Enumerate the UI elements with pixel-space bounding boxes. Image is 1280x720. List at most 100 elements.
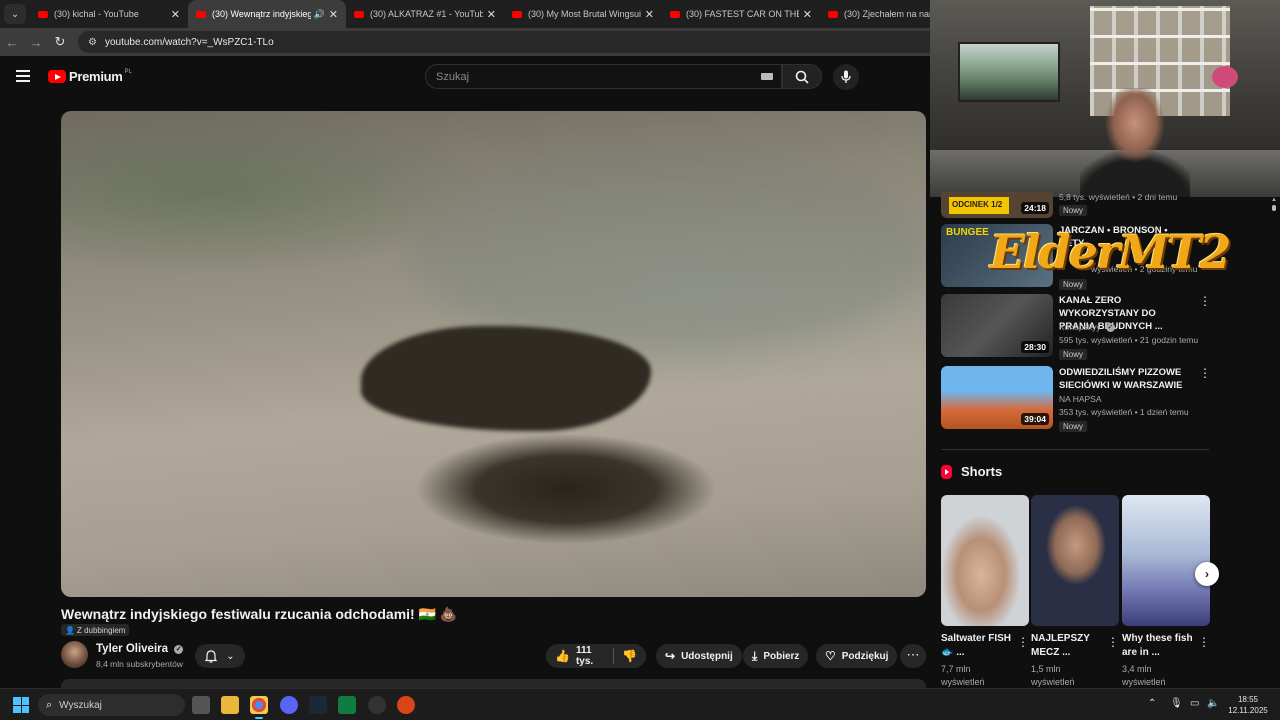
voice-search-button[interactable] — [833, 64, 859, 90]
microphone-icon[interactable]: 🎙 — [1170, 698, 1183, 709]
keyboard-icon[interactable] — [761, 73, 773, 80]
obs-icon[interactable] — [368, 696, 386, 714]
youtube-logo[interactable]: Premium PL — [48, 69, 132, 84]
chevron-right-icon[interactable]: › — [1195, 562, 1219, 586]
channel-avatar[interactable] — [61, 641, 88, 668]
url-field[interactable]: ⚙ youtube.com/watch?v=_WsPZC1-TLo — [78, 31, 1038, 53]
new-badge: Nowy — [1059, 421, 1088, 432]
browser-tab[interactable]: (30) FASTEST CAR ON THE PLA ✕ — [662, 0, 820, 28]
youtube-header: Premium PL Szukaj — [0, 56, 930, 100]
windows-start-icon[interactable] — [13, 697, 29, 713]
close-tab-icon[interactable]: ✕ — [803, 8, 812, 21]
more-options-icon[interactable]: ⋮ — [1017, 635, 1029, 649]
short-item[interactable]: Saltwater FISH 🐟 ... 7,7 mln wyświetleń … — [941, 495, 1029, 689]
menu-icon[interactable] — [16, 70, 30, 82]
close-tab-icon[interactable]: ✕ — [171, 8, 180, 21]
video-player[interactable] — [61, 111, 926, 597]
browser-tab[interactable]: (30) My Most Brutal Wingsuit F ✕ — [504, 0, 662, 28]
back-icon[interactable]: ← — [0, 35, 24, 50]
short-item[interactable]: Why these fish are in ... 3,4 mln wyświe… — [1122, 495, 1210, 689]
search-icon — [795, 70, 809, 84]
like-divider — [613, 648, 615, 664]
short-thumbnail[interactable] — [1031, 495, 1119, 626]
channel-name[interactable]: Tyler Oliveira — [96, 643, 168, 655]
taskbar-clock[interactable]: 18:55 12.11.2025 — [1226, 694, 1270, 716]
youtube-favicon-icon — [670, 10, 680, 18]
recommendation-title[interactable]: ODWIEDZILIŚMY PIZZOWE SIECIÓWKI W WARSZA… — [1059, 366, 1194, 392]
bell-icon — [205, 649, 218, 663]
thanks-label: Podziękuj — [841, 650, 889, 662]
app-icon[interactable] — [397, 696, 415, 714]
notification-bell-button[interactable]: ⌄ — [195, 644, 245, 668]
short-thumbnail[interactable] — [1122, 495, 1210, 626]
tab-search-icon[interactable]: ⌄ — [4, 4, 26, 24]
dubbing-badge: 👤 Z dubbingiem — [61, 624, 130, 636]
thanks-button[interactable]: ♡ Podziękuj — [816, 644, 898, 668]
task-view-icon[interactable] — [192, 696, 210, 714]
webcam-object — [1212, 66, 1238, 88]
close-tab-icon[interactable]: ✕ — [487, 8, 496, 21]
file-explorer-icon[interactable] — [221, 696, 239, 714]
more-options-icon[interactable]: ⋮ — [1199, 366, 1211, 380]
download-button[interactable]: ⤓ Pobierz — [743, 644, 809, 668]
verified-icon: ✓ — [1105, 323, 1115, 332]
recommendation-thumbnail[interactable]: 39:04 — [941, 366, 1053, 429]
short-thumbnail[interactable] — [941, 495, 1029, 626]
browser-tab-active[interactable]: (30) Wewnątrz indyjskiego f 🔊 ✕ — [188, 0, 346, 28]
video-duration: 28:30 — [1021, 341, 1049, 353]
more-options-icon[interactable]: ⋮ — [1107, 635, 1119, 649]
recommendation-meta: 595 tys. wyświetleń • 21 godzin temu — [1059, 335, 1199, 345]
webcam-person — [1080, 88, 1190, 197]
recommendation-thumbnail[interactable]: 28:30 — [941, 294, 1053, 357]
verified-icon: ✓ — [174, 645, 184, 654]
video-frame-water — [411, 151, 926, 351]
more-options-icon[interactable]: ⋮ — [1198, 635, 1210, 649]
like-count[interactable]: 111 tys. — [576, 645, 605, 667]
page-scrollbar[interactable]: ▲ — [1271, 197, 1277, 688]
short-title[interactable]: Why these fish are in ... — [1122, 632, 1194, 660]
channel-name-container[interactable]: Tyler Oliveira ✓ — [96, 643, 184, 655]
short-item[interactable]: NAJLEPSZY MECZ ... 1,5 mln wyświetleń ⋮ — [1031, 495, 1119, 689]
short-title[interactable]: NAJLEPSZY MECZ ... — [1031, 632, 1103, 660]
close-tab-icon[interactable]: ✕ — [645, 8, 654, 21]
recommendation-item[interactable]: 39:04 ODWIEDZILIŚMY PIZZOWE SIECIÓWKI W … — [941, 366, 1211, 432]
search-input[interactable]: Szukaj — [425, 64, 782, 89]
short-views: 7,7 mln wyświetleń — [941, 664, 985, 687]
more-options-icon[interactable]: ⋮ — [1199, 294, 1211, 308]
share-button[interactable]: ↪ Udostępnij — [656, 644, 742, 668]
section-divider — [941, 449, 1209, 450]
network-icon[interactable]: ▭ — [1190, 698, 1199, 709]
volume-icon[interactable]: 🔈 — [1207, 698, 1219, 709]
short-views: 1,5 mln wyświetleń — [1031, 664, 1075, 687]
steam-icon[interactable] — [309, 696, 327, 714]
recommendation-channel[interactable]: Konopskyy ✓ — [1059, 322, 1115, 332]
short-title[interactable]: Saltwater FISH 🐟 ... — [941, 632, 1013, 660]
dubbing-icon: 👤 — [65, 625, 75, 635]
chrome-icon[interactable] — [250, 696, 268, 719]
chevron-up-icon[interactable]: ⌃ — [1148, 698, 1156, 709]
youtube-favicon-icon — [38, 10, 48, 18]
subscriber-count: 8,4 mln subskrybentów — [96, 659, 183, 669]
browser-tab[interactable]: (30) kichal - YouTube ✕ — [30, 0, 188, 28]
reload-icon[interactable]: ↻ — [48, 34, 72, 50]
close-tab-icon[interactable]: ✕ — [329, 8, 338, 21]
site-info-icon[interactable]: ⚙ — [88, 37, 97, 48]
scroll-up-icon[interactable]: ▲ — [1271, 197, 1277, 203]
like-icon[interactable]: 👍 — [555, 649, 570, 663]
new-badge: Nowy — [1059, 349, 1088, 360]
forward-icon[interactable]: → — [24, 35, 48, 50]
recommendation-item[interactable]: 28:30 KANAŁ ZERO WYKORZYSTANY DO PRANIA … — [941, 294, 1211, 360]
speaker-icon[interactable]: 🔊 — [314, 9, 325, 20]
youtube-play-icon — [48, 70, 66, 83]
taskbar-search[interactable]: ⌕ Wyszukaj — [38, 694, 185, 716]
scrollbar-thumb[interactable] — [1272, 205, 1276, 211]
more-actions-button[interactable]: ⋯ — [900, 644, 926, 668]
download-label: Pobierz — [763, 650, 800, 662]
xbox-icon[interactable] — [338, 696, 356, 714]
recommendation-channel[interactable]: NA HAPSA — [1059, 394, 1102, 404]
search-button[interactable] — [782, 64, 822, 89]
video-frame-subject — [361, 326, 651, 431]
dislike-icon[interactable]: 👎 — [622, 649, 637, 663]
browser-tab[interactable]: (30) ALKATRAZ #1 - YouTube ✕ — [346, 0, 504, 28]
discord-icon[interactable] — [280, 696, 298, 714]
